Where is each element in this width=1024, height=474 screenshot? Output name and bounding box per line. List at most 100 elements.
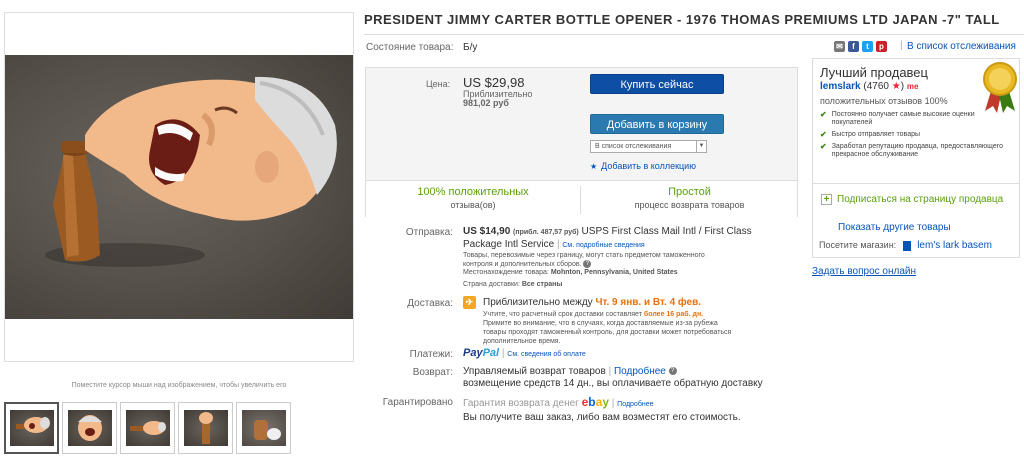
- returns-label: Возврат:: [412, 367, 453, 378]
- delivery-note-line2b: более 16 раб. дн.: [643, 311, 704, 318]
- positive-feedback-percent: 100% положительных: [417, 186, 529, 198]
- thumbnail-5[interactable]: [236, 402, 291, 454]
- shipping-service-line2: Package Intl Service: [463, 239, 555, 250]
- visit-shop: Посетите магазин: lem's lark basem: [819, 240, 992, 251]
- perk-item: ✔ Заработал репутацию продавца, предостав…: [820, 143, 1010, 159]
- perk-item: ✔ Постоянно получает самые высокие оценки…: [820, 111, 1010, 127]
- facebook-icon[interactable]: f: [848, 41, 859, 52]
- watchlist-link[interactable]: В список отслеживания: [907, 41, 1016, 52]
- thumbnail-2[interactable]: [62, 402, 117, 454]
- thumbnail-image: [9, 410, 54, 446]
- seller-name-link[interactable]: lemslark: [820, 81, 861, 92]
- ask-question-link[interactable]: Задать вопрос онлайн: [812, 266, 916, 277]
- thumbnail-image: [183, 410, 228, 446]
- guarantee-info: Гарантия возврата денег ebay | Подробнее: [463, 395, 653, 409]
- returns-more-link[interactable]: Подробнее: [614, 366, 666, 377]
- condition-label: Состояние товара:: [366, 42, 454, 53]
- image-hover-hint: Поместите курсор мыши над изображением, …: [71, 382, 287, 389]
- add-to-collection-link[interactable]: ★ Добавить в коллекцию: [590, 161, 696, 171]
- mail-icon[interactable]: ✉: [834, 41, 845, 52]
- condition-value: Б/у: [463, 42, 478, 53]
- price: US $29,98: [463, 75, 525, 90]
- seller-panel: Лучший продавец lemslark (4760 ★) me пол…: [812, 58, 1020, 258]
- delivery-note-line5: дополнительное время.: [483, 338, 561, 345]
- customs-note: Товары, перевозимые через границу, могут…: [463, 251, 793, 269]
- seller-name-line: lemslark (4760 ★) me: [820, 81, 918, 92]
- visit-shop-label: Посетите магазин:: [819, 240, 897, 250]
- paypal-logo-pay: Pay: [463, 347, 483, 359]
- seller-positive-feedback: положительных отзывов 100%: [820, 96, 948, 106]
- item-title: PRESIDENT JIMMY CARTER BOTTLE OPENER - 1…: [364, 12, 1000, 27]
- twitter-icon[interactable]: t: [862, 41, 873, 52]
- buy-box-highlights: 100% положительных отзыва(ов) Простой пр…: [366, 180, 797, 217]
- top-rated-medal-icon: [983, 62, 1017, 113]
- buy-now-button[interactable]: Купить сейчас: [590, 74, 724, 94]
- thumbnail-3[interactable]: [120, 402, 175, 454]
- me-icon[interactable]: me: [907, 82, 919, 91]
- watchlist-dropdown-value: В список отслеживания: [595, 143, 672, 150]
- thumbnail-image: [241, 410, 286, 446]
- seller-actions: + Подписаться на страницу продавца Показа…: [813, 183, 1019, 258]
- delivery-note-line3: Примите во внимание, что в случаях, когд…: [483, 320, 718, 327]
- shipping-cost: US $14,90: [463, 226, 511, 237]
- payment-details-link[interactable]: См. сведения об оплате: [507, 351, 586, 358]
- location-label: Местонахождение товара:: [463, 269, 549, 276]
- shipping-details: US $14,90 (прибл. 487,57 руб) USPS First…: [463, 226, 803, 252]
- guarantee-more-link[interactable]: Подробнее: [617, 401, 653, 408]
- perk-item: ✔ Быстро отправляет товары: [820, 131, 1010, 139]
- star-icon: ★: [590, 162, 598, 171]
- help-icon[interactable]: ?: [583, 260, 592, 269]
- money-back-guarantee: Гарантия возврата денег: [463, 398, 579, 409]
- easy-returns-title: Простой: [668, 186, 711, 198]
- main-product-image[interactable]: [5, 55, 353, 319]
- pinterest-icon[interactable]: p: [876, 41, 887, 52]
- ships-to: Страна доставки: Все страны: [463, 281, 562, 288]
- delivery-prefix: Приблизительно между: [483, 297, 593, 308]
- delivery-note-line2a: Учтите, что расчетный срок доставки сост…: [483, 311, 642, 318]
- thumbnail-1[interactable]: [4, 402, 59, 454]
- check-icon: ✔: [820, 130, 827, 139]
- returns-line2: возмещение средств 14 дн., вы оплачивает…: [463, 378, 763, 389]
- location-value: Mohnton, Pennsylvania, United States: [550, 269, 678, 276]
- shop-name-link[interactable]: lem's lark basem: [917, 240, 992, 251]
- positive-feedback-highlight: 100% положительных отзыва(ов): [366, 186, 581, 214]
- add-to-collection-label: Добавить в коллекцию: [601, 161, 696, 171]
- share-icons: ✉ f t p: [834, 41, 887, 52]
- paypal-logo-pal: Pal: [482, 347, 500, 359]
- delivery-estimate: Приблизительно между Чт. 9 янв. и Вт. 4 …: [483, 297, 701, 308]
- positive-feedback-label: отзыва(ов): [450, 200, 496, 210]
- seller-perks: ✔ Постоянно получает самые высокие оценки…: [820, 111, 1010, 163]
- returns-separator: |: [608, 366, 612, 377]
- shipping-separator: |: [556, 239, 560, 250]
- easy-returns-highlight: Простой процесс возврата товаров: [582, 186, 797, 210]
- watchlist-dropdown[interactable]: В список отслеживания ▼: [590, 140, 707, 153]
- payments-info: PayPal | См. сведения об оплате: [463, 347, 586, 359]
- follow-seller-link[interactable]: + Подписаться на страницу продавца: [821, 194, 1011, 206]
- guarantee-line2: Вы получите ваш заказ, либо вам возместя…: [463, 412, 741, 423]
- thumbnail-strip: [4, 402, 291, 454]
- title-divider: [364, 34, 1024, 35]
- perk-text: Заработал репутацию продавца, предоставл…: [831, 143, 1004, 158]
- buy-box: Цена: US $29,98 Приблизительно 981,02 ру…: [365, 67, 798, 217]
- other-items-link[interactable]: Показать другие товары: [838, 222, 951, 233]
- ebay-logo: ebay: [582, 395, 609, 409]
- help-icon[interactable]: ?: [668, 367, 677, 376]
- seller-feedback-close: ): [900, 81, 905, 92]
- payments-separator: |: [501, 348, 505, 359]
- ebay-logo-b: b: [588, 395, 596, 409]
- shipping-service-line1: USPS First Class Mail Intl / First Class: [581, 226, 752, 237]
- store-icon: [902, 240, 911, 251]
- shipping-details-link[interactable]: См. подробные сведения: [562, 242, 644, 249]
- item-location: Местонахождение товара: Mohnton, Pennsyl…: [463, 269, 678, 276]
- check-icon: ✔: [820, 142, 827, 151]
- main-image-frame[interactable]: [4, 12, 354, 362]
- guarantee-label: Гарантировано: [382, 397, 453, 408]
- thumbnail-4[interactable]: [178, 402, 233, 454]
- top-rated-seller-title: Лучший продавец: [820, 65, 928, 80]
- payments-label: Платежи:: [409, 349, 453, 360]
- add-to-cart-button[interactable]: Добавить в корзину: [590, 114, 724, 134]
- price-label: Цена:: [426, 79, 451, 89]
- ebay-logo-y: y: [602, 395, 609, 409]
- delivery-note-line4: товары проходят таможенный контроль, для…: [483, 329, 732, 336]
- guarantee-separator: |: [611, 398, 615, 409]
